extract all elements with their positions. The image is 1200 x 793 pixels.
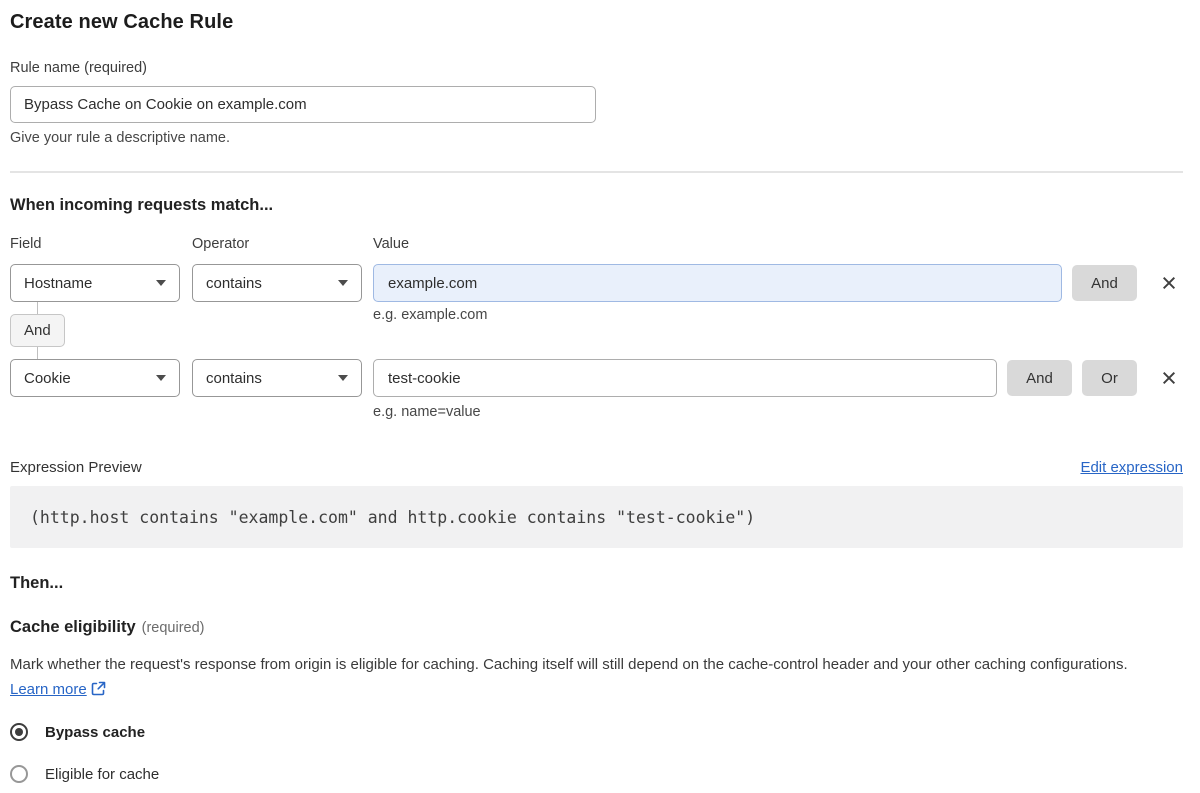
external-link-icon xyxy=(91,680,106,705)
match-section-heading: When incoming requests match... xyxy=(10,196,274,214)
radio-selected-icon xyxy=(10,723,28,741)
value-input[interactable] xyxy=(373,264,1062,302)
radio-unselected-icon xyxy=(10,765,28,783)
radio-option-eligible-for-cache[interactable]: Eligible for cache xyxy=(10,764,1183,784)
remove-condition-button[interactable]: × xyxy=(1155,359,1183,397)
field-select[interactable]: Hostname xyxy=(10,264,180,302)
rule-name-label: Rule name (required) xyxy=(10,60,148,76)
field-select[interactable]: Cookie xyxy=(10,359,180,397)
cache-eligibility-title: Cache eligibility xyxy=(10,618,136,636)
field-column-label: Field xyxy=(10,236,42,252)
create-cache-rule-page: Create new Cache Rule Rule name (require… xyxy=(0,0,1200,793)
operator-select[interactable]: contains xyxy=(192,359,362,397)
condition-connector-area: e.g. example.com And xyxy=(10,302,1183,359)
value-input[interactable] xyxy=(373,359,997,397)
add-and-condition-button[interactable]: And xyxy=(1072,265,1137,301)
cache-eligibility-description: Mark whether the request's response from… xyxy=(10,653,1170,704)
chevron-down-icon xyxy=(338,375,348,381)
rule-name-input[interactable] xyxy=(10,86,596,123)
chevron-down-icon xyxy=(338,280,348,286)
add-and-condition-button[interactable]: And xyxy=(1007,360,1072,396)
expression-preview-header: Expression Preview Edit expression xyxy=(10,459,1183,476)
cache-eligibility-heading: Cache eligibility (required) xyxy=(10,617,1183,638)
operator-select-value: contains xyxy=(206,274,262,292)
description-text: Mark whether the request's response from… xyxy=(10,656,1128,673)
field-select-value: Cookie xyxy=(24,369,71,387)
value-column-label: Value xyxy=(373,236,410,252)
then-heading: Then... xyxy=(10,574,64,592)
condition-column-headers: Field Operator Value xyxy=(10,236,1183,252)
operator-select-value: contains xyxy=(206,369,262,387)
close-icon: × xyxy=(1161,268,1177,298)
connector-and-badge[interactable]: And xyxy=(10,314,65,347)
value-hint: e.g. example.com xyxy=(373,307,488,323)
operator-column-label: Operator xyxy=(192,236,250,252)
add-or-condition-button[interactable]: Or xyxy=(1082,360,1137,396)
close-icon: × xyxy=(1161,363,1177,393)
connector-line xyxy=(37,302,38,314)
expression-preview-label: Expression Preview xyxy=(10,459,142,476)
condition-row: Cookie contains And Or × xyxy=(10,359,1183,397)
connector-line xyxy=(37,347,38,359)
learn-more-link[interactable]: Learn more xyxy=(10,681,87,698)
remove-condition-button[interactable]: × xyxy=(1155,264,1183,302)
page-title: Create new Cache Rule xyxy=(10,11,234,33)
radio-option-bypass-cache[interactable]: Bypass cache xyxy=(10,722,1183,742)
radio-label: Eligible for cache xyxy=(45,765,160,783)
section-divider xyxy=(10,171,1183,173)
expression-code-block: (http.host contains "example.com" and ht… xyxy=(10,486,1183,548)
rule-name-helper: Give your rule a descriptive name. xyxy=(10,130,231,146)
condition-row: Hostname contains And × xyxy=(10,264,1183,302)
expression-code: (http.host contains "example.com" and ht… xyxy=(30,507,756,527)
chevron-down-icon xyxy=(156,280,166,286)
operator-select[interactable]: contains xyxy=(192,264,362,302)
radio-dot xyxy=(15,728,23,736)
radio-label: Bypass cache xyxy=(45,723,146,741)
required-note: (required) xyxy=(141,620,205,636)
field-select-value: Hostname xyxy=(24,274,93,292)
chevron-down-icon xyxy=(156,375,166,381)
edit-expression-link[interactable]: Edit expression xyxy=(1080,459,1183,476)
value-hint: e.g. name=value xyxy=(373,404,481,420)
